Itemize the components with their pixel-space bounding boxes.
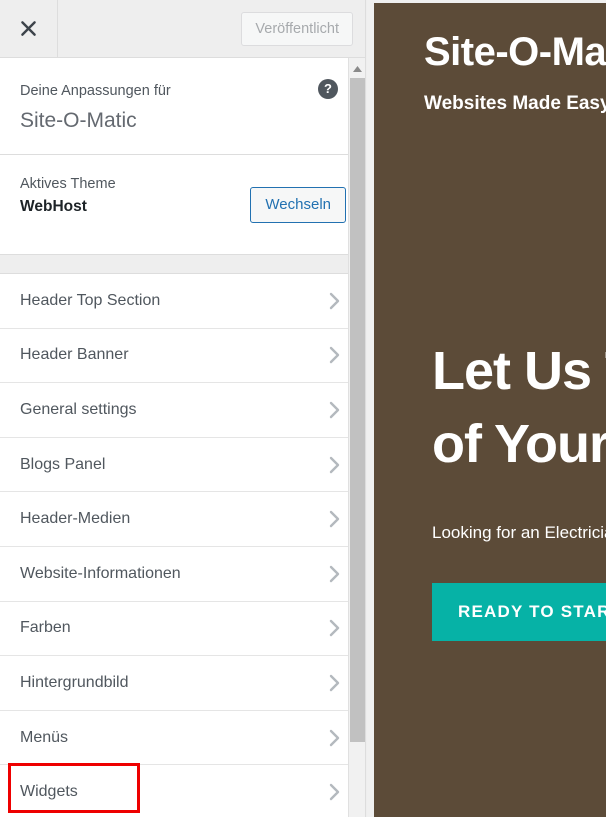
sidebar-item-label: Widgets	[20, 783, 78, 801]
sidebar-item-hintergrundbild[interactable]: Hintergrundbild	[0, 656, 365, 711]
help-icon[interactable]: ?	[318, 79, 338, 99]
sidebar-item-header-medien[interactable]: Header-Medien	[0, 492, 365, 547]
sidebar-item-website-informationen[interactable]: Website-Informationen	[0, 546, 365, 602]
change-theme-button[interactable]: Wechseln	[250, 187, 346, 223]
sidebar-item-label: Header-Medien	[20, 510, 131, 528]
scroll-up-arrow-icon[interactable]	[349, 60, 365, 77]
sidebar-item-blogs-panel[interactable]: Blogs Panel	[0, 437, 365, 493]
sidebar-item-label: Header Top Section	[20, 291, 161, 309]
publish-button[interactable]: Veröffentlicht	[241, 12, 353, 46]
sidebar-item-widgets[interactable]: Widgets	[0, 765, 365, 817]
customizer-sidebar: Veröffentlicht Deine Anpassungen für Sit…	[0, 0, 366, 817]
customizations-info-panel: Deine Anpassungen für Site-O-Matic	[0, 58, 365, 155]
active-theme-panel: Aktives Theme WebHost Wechseln	[0, 155, 365, 255]
sidebar-item-general-settings[interactable]: General settings	[0, 383, 365, 438]
sidebar-item-label: General settings	[20, 400, 137, 418]
sidebar-item-menues[interactable]: Menüs	[0, 710, 365, 766]
preview-site-tagline: Websites Made Easy	[424, 93, 606, 114]
sidebar-item-label: Blogs Panel	[20, 455, 106, 473]
sidebar-item-label: Farben	[20, 619, 71, 637]
sidebar-item-label: Header Banner	[20, 346, 129, 364]
scrollbar-thumb[interactable]	[350, 78, 365, 742]
customizer-toolbar: Veröffentlicht	[0, 0, 365, 58]
sidebar-scrollbar[interactable]	[348, 58, 365, 817]
customizations-eyebrow: Deine Anpassungen für	[20, 83, 171, 99]
preview-frame: Site-O-Matic Websites Made Easy Let Us T…	[374, 3, 606, 817]
sidebar-item-header-banner[interactable]: Header Banner	[0, 328, 365, 384]
preview-hero-heading-line1: Let Us Take Care	[432, 341, 606, 401]
preview-cta-button[interactable]: READY TO START	[432, 583, 606, 641]
preview-site-title: Site-O-Matic	[424, 30, 606, 74]
preview-hero-subtext: Looking for an Electrician?	[432, 523, 606, 542]
close-button[interactable]	[0, 0, 58, 57]
site-name-title: Site-O-Matic	[20, 109, 137, 132]
sidebar-item-label: Website-Informationen	[20, 564, 181, 582]
sidebar-item-label: Menüs	[20, 728, 69, 746]
sidebar-item-farben[interactable]: Farben	[0, 601, 365, 657]
customizer-section-list: Header Top Section Header Banner General s…	[0, 274, 365, 817]
preview-hero-heading-line2: of Your Website	[432, 414, 606, 474]
close-x-icon	[20, 20, 37, 37]
sidebar-item-header-top-section[interactable]: Header Top Section	[0, 274, 365, 329]
site-preview-pane: Site-O-Matic Websites Made Easy Let Us T…	[367, 0, 606, 817]
panel-spacer	[0, 255, 365, 274]
sidebar-item-label: Hintergrundbild	[20, 673, 129, 691]
customizer-screen: Veröffentlicht Deine Anpassungen für Sit…	[0, 0, 606, 817]
